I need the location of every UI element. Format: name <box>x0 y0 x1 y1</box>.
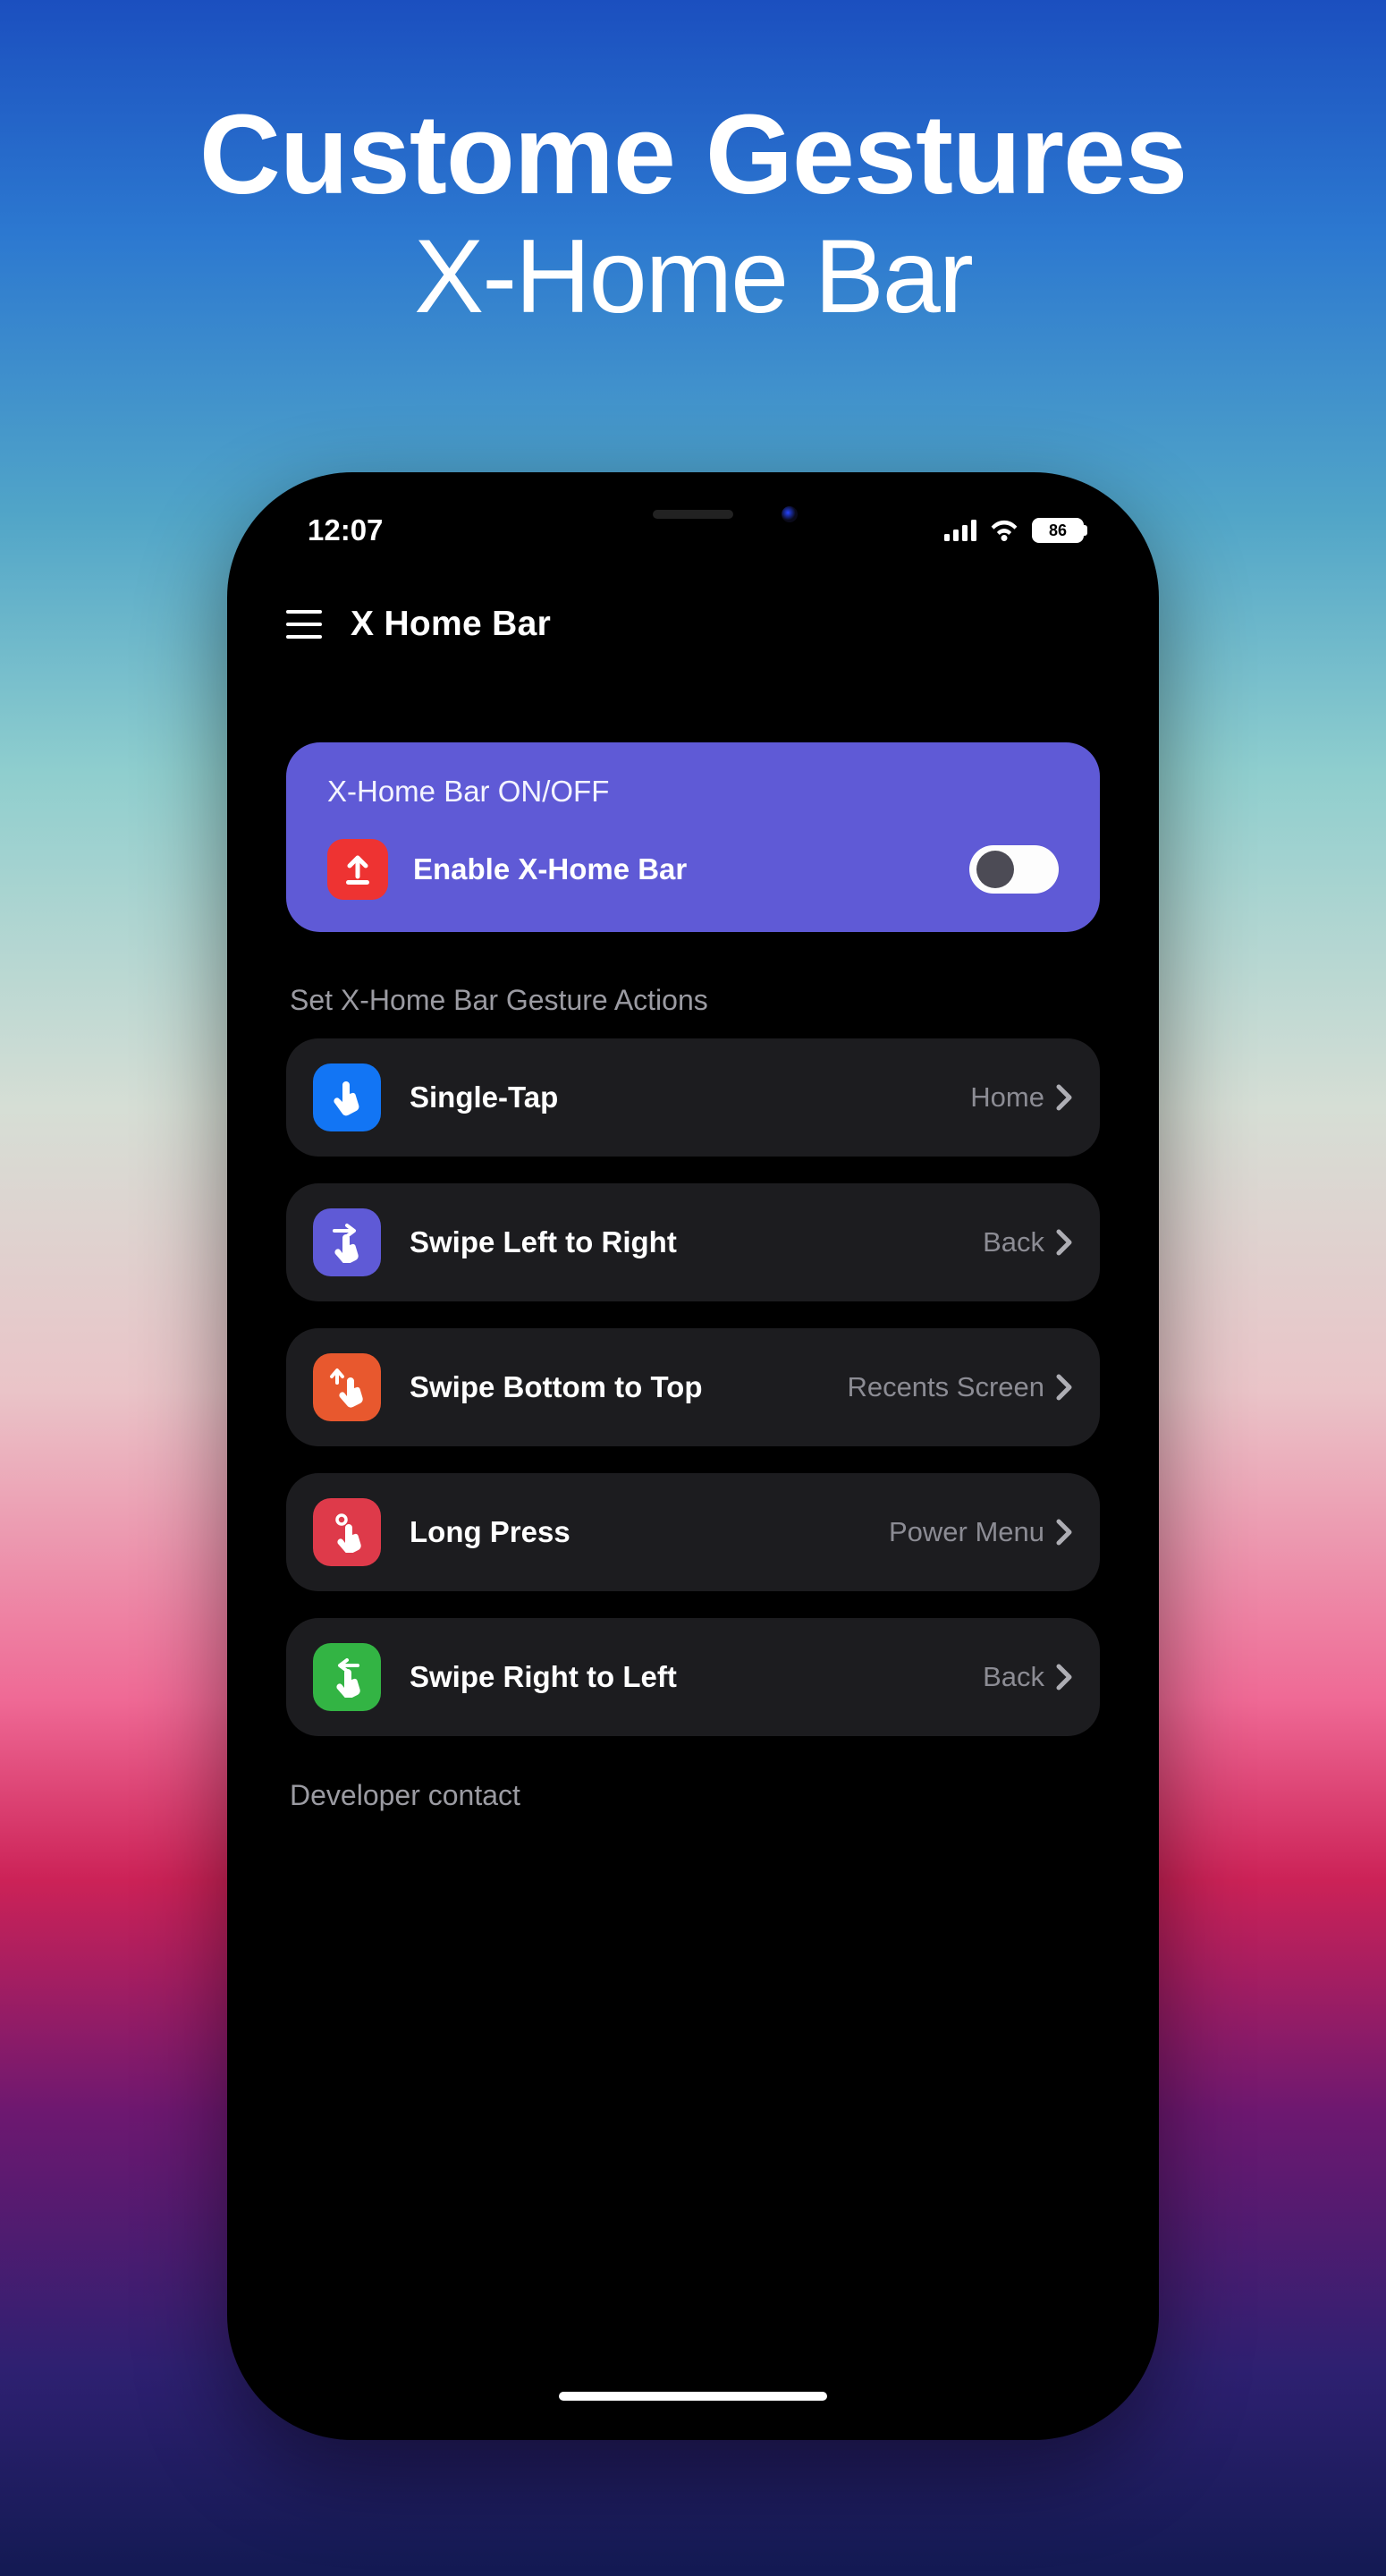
home-indicator[interactable] <box>559 2392 827 2401</box>
notch <box>547 485 839 544</box>
onoff-card-header: X-Home Bar ON/OFF <box>327 775 1059 809</box>
onoff-card: X-Home Bar ON/OFF Enable X-Home Bar <box>286 742 1100 932</box>
chevron-right-icon <box>1055 1518 1073 1546</box>
phone-screen-bezel: 12:07 86 X Home Bar <box>240 485 1146 2428</box>
phone-frame: 12:07 86 X Home Bar <box>227 472 1159 2440</box>
gesture-label: Swipe Left to Right <box>410 1225 983 1259</box>
swipe-left-icon <box>313 1643 381 1711</box>
gesture-label: Single-Tap <box>410 1080 970 1114</box>
swipe-up-icon <box>313 1353 381 1421</box>
gesture-label: Long Press <box>410 1515 889 1549</box>
wifi-icon <box>989 520 1019 541</box>
chevron-right-icon <box>1055 1663 1073 1691</box>
gesture-value: Power Menu <box>889 1516 1044 1548</box>
tap-icon <box>313 1063 381 1131</box>
gesture-value: Home <box>970 1081 1044 1114</box>
enable-toggle[interactable] <box>969 845 1059 894</box>
gesture-long-press[interactable]: Long Press Power Menu <box>286 1473 1100 1591</box>
swipe-right-icon <box>313 1208 381 1276</box>
gesture-value: Back <box>983 1226 1044 1258</box>
status-icons: 86 <box>944 518 1084 543</box>
gesture-swipe-right-to-left[interactable]: Swipe Right to Left Back <box>286 1618 1100 1736</box>
chevron-right-icon <box>1055 1373 1073 1402</box>
promo-title: Custome Gestures X-Home Bar <box>0 98 1386 337</box>
battery-icon: 86 <box>1032 518 1084 543</box>
app-title: X Home Bar <box>351 605 551 644</box>
chevron-right-icon <box>1055 1228 1073 1257</box>
section-title-developer-contact: Developer contact <box>290 1779 1100 1812</box>
app-bar: X Home Bar <box>286 592 1100 657</box>
gesture-value: Recents Screen <box>847 1371 1044 1403</box>
long-press-icon <box>313 1498 381 1566</box>
promo-line-2: X-Home Bar <box>0 216 1386 337</box>
gesture-label: Swipe Right to Left <box>410 1660 983 1694</box>
gesture-single-tap[interactable]: Single-Tap Home <box>286 1038 1100 1157</box>
chevron-right-icon <box>1055 1083 1073 1112</box>
onoff-row-label: Enable X-Home Bar <box>413 852 969 886</box>
upload-icon <box>327 839 388 900</box>
gesture-label: Swipe Bottom to Top <box>410 1370 847 1404</box>
gesture-swipe-bottom-to-top[interactable]: Swipe Bottom to Top Recents Screen <box>286 1328 1100 1446</box>
cellular-signal-icon <box>944 520 976 541</box>
gesture-value: Back <box>983 1661 1044 1693</box>
promo-line-1: Custome Gestures <box>0 98 1386 211</box>
gesture-swipe-left-to-right[interactable]: Swipe Left to Right Back <box>286 1183 1100 1301</box>
menu-icon[interactable] <box>286 610 322 639</box>
screen: 12:07 86 X Home Bar <box>240 485 1146 2428</box>
content: X-Home Bar ON/OFF Enable X-Home Bar <box>286 742 1100 2428</box>
battery-level: 86 <box>1049 521 1067 540</box>
section-title-gestures: Set X-Home Bar Gesture Actions <box>290 984 1100 1017</box>
status-time: 12:07 <box>302 513 383 547</box>
